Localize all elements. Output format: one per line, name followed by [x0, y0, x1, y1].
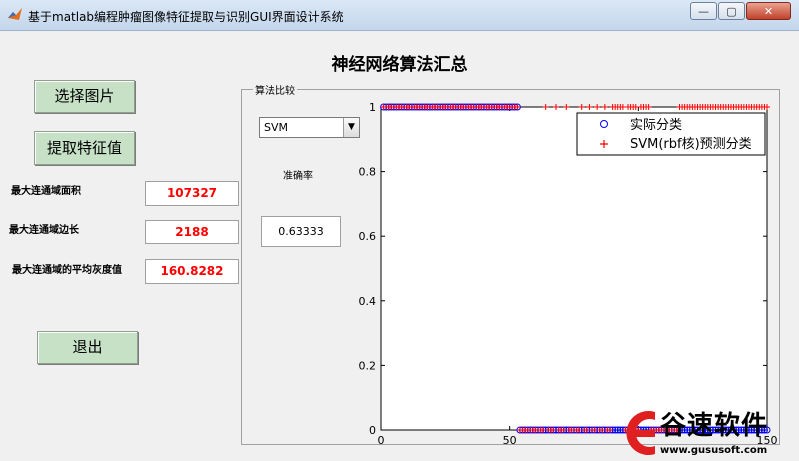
legend-label-predicted: SVM(rbf核)预测分类	[630, 137, 752, 152]
chart-legend: 实际分类 SVM(rbf核)预测分类	[576, 112, 766, 156]
legend-label-actual: 实际分类	[630, 118, 682, 133]
watermark-text: 谷速软件	[660, 411, 769, 441]
y-tick-label: 0.8	[359, 166, 377, 179]
app-window: 基于matlab编程肿瘤图像特征提取与识别GUI界面设计系统 — ▢ ✕ 神经网…	[0, 0, 799, 461]
y-tick-label: 0.6	[359, 230, 377, 243]
y-tick-label: 1	[369, 101, 376, 114]
watermark-url: www.gususoft.com	[660, 445, 768, 456]
y-tick-label: 0.2	[359, 359, 377, 372]
classification-plot: 00.20.40.60.810 50 150实际分类SVM(rbf核)预测分类	[359, 101, 778, 447]
x-tick-label: 0	[378, 434, 385, 447]
y-tick-label: 0.4	[359, 295, 377, 308]
x-tick-label: 50	[503, 434, 517, 447]
y-tick-label: 0	[369, 424, 376, 437]
